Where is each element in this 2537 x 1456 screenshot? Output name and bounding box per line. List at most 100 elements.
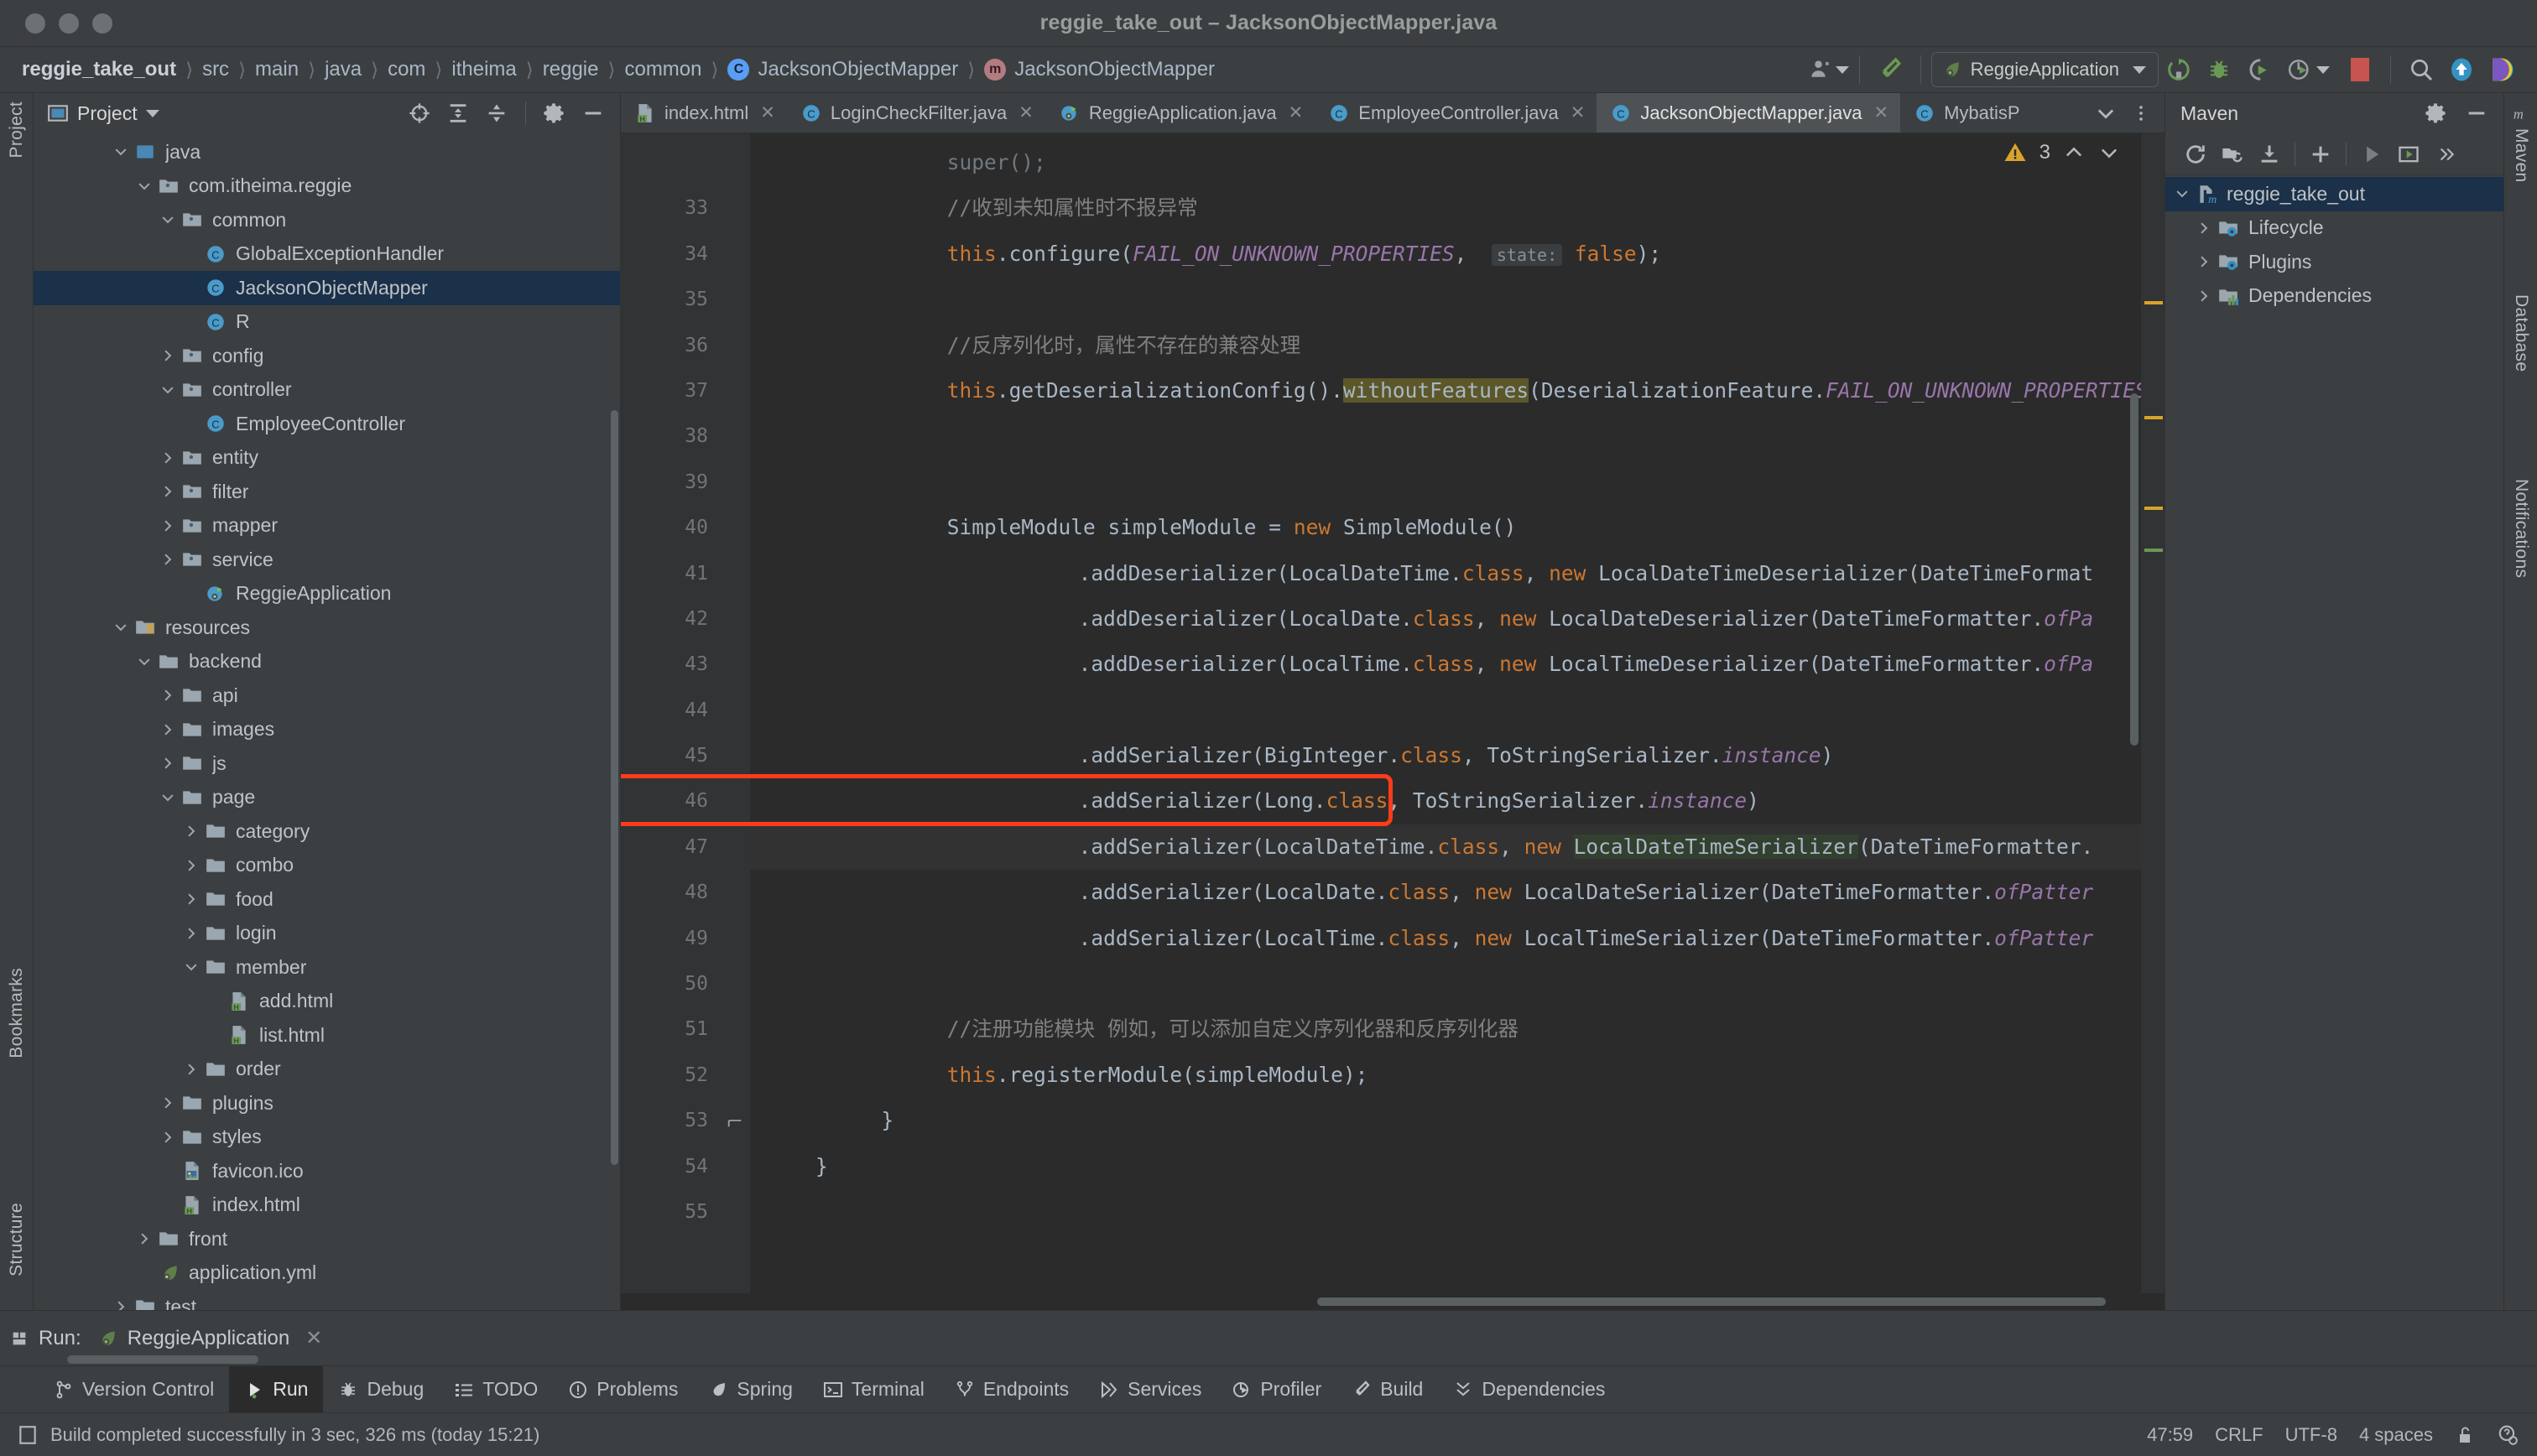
tool-window-terminal[interactable]: Terminal <box>808 1366 940 1412</box>
chevron-up-icon[interactable] <box>2062 141 2086 164</box>
caret-position[interactable]: 47:59 <box>2147 1424 2193 1446</box>
changed-lines-marker[interactable] <box>2144 549 2163 552</box>
chevron-down-icon[interactable] <box>2097 141 2121 164</box>
chevron-right-icon[interactable] <box>183 857 205 874</box>
breadcrumb-item-common[interactable]: common <box>624 58 701 81</box>
indent-setting[interactable]: 4 spaces <box>2359 1424 2433 1446</box>
line-number[interactable]: 39 <box>621 460 720 505</box>
chevron-right-icon[interactable] <box>183 925 205 942</box>
code-line[interactable]: SimpleModule simpleModule = new SimpleMo… <box>750 505 2165 550</box>
warning-marker[interactable] <box>2144 507 2163 510</box>
chevron-right-icon[interactable] <box>159 347 181 364</box>
line-number[interactable]: 55 <box>621 1189 720 1235</box>
tool-window-dependencies[interactable]: Dependencies <box>1438 1366 1620 1412</box>
tool-window-version-control[interactable]: Version Control <box>39 1366 229 1412</box>
code-line[interactable]: .addSerializer(BigInteger.class, ToStrin… <box>750 733 2165 778</box>
breadcrumb-item-itheima[interactable]: itheima <box>451 58 516 81</box>
tree-node-globalexceptionhandler[interactable]: CGlobalExceptionHandler <box>34 237 620 272</box>
close-icon[interactable]: ✕ <box>305 1326 322 1350</box>
editor-tab-employeecontroller-java[interactable]: CEmployeeController.java✕ <box>1315 93 1597 133</box>
line-number[interactable]: 51 <box>621 1006 720 1052</box>
tool-window-profiler[interactable]: Profiler <box>1216 1366 1336 1412</box>
chevron-right-icon[interactable] <box>159 551 181 568</box>
tree-node-entity[interactable]: entity <box>34 441 620 476</box>
chevron-down-icon[interactable] <box>183 959 205 975</box>
tree-node-api[interactable]: api <box>34 679 620 713</box>
tree-node-com-itheima-reggie[interactable]: com.itheima.reggie <box>34 169 620 204</box>
line-number[interactable]: 38 <box>621 413 720 459</box>
code-line[interactable]: } <box>750 1098 2165 1143</box>
fold-marker[interactable] <box>720 1111 750 1157</box>
search-icon[interactable] <box>2401 50 2441 89</box>
chevron-right-icon[interactable] <box>159 517 181 534</box>
chevron-right-icon[interactable] <box>183 1061 205 1078</box>
chevron-right-icon[interactable] <box>159 687 181 704</box>
execute-goal-icon[interactable] <box>2390 136 2427 173</box>
tool-window-debug[interactable]: Debug <box>323 1366 439 1412</box>
line-number[interactable] <box>621 140 720 185</box>
strip-item-notifications[interactable]: Notifications <box>2511 479 2531 578</box>
tree-node-backend[interactable]: backend <box>34 645 620 679</box>
breadcrumb-item-project[interactable]: reggie_take_out <box>22 58 176 81</box>
tree-node-member[interactable]: member <box>34 950 620 985</box>
more-vertical-icon[interactable] <box>2126 99 2156 127</box>
breadcrumb-item-method[interactable]: JacksonObjectMapper <box>1014 58 1215 81</box>
tree-node-r[interactable]: CR <box>34 305 620 340</box>
strip-item-project[interactable]: Project <box>7 101 27 158</box>
tool-window-endpoints[interactable]: Endpoints <box>940 1366 1084 1412</box>
chevron-right-icon[interactable] <box>2196 253 2217 270</box>
code-line[interactable]: .addDeserializer(LocalTime.class, new Lo… <box>750 642 2165 687</box>
line-number[interactable]: 40 <box>621 505 720 550</box>
warning-marker[interactable] <box>2144 416 2163 419</box>
run-configuration-selector[interactable]: ReggieApplication <box>1931 52 2159 87</box>
tree-node-service[interactable]: service <box>34 543 620 577</box>
warning-marker[interactable] <box>2144 301 2163 304</box>
gear-icon[interactable] <box>2421 99 2451 127</box>
tree-node-common[interactable]: common <box>34 203 620 237</box>
line-number[interactable]: 52 <box>621 1053 720 1098</box>
code-line[interactable] <box>750 688 2165 733</box>
editor-tab-logincheckfilter-java[interactable]: CLoginCheckFilter.java✕ <box>787 93 1045 133</box>
chevron-right-icon[interactable] <box>183 823 205 840</box>
breadcrumb-item-java[interactable]: java <box>325 58 362 81</box>
close-icon[interactable]: ✕ <box>1874 102 1889 123</box>
editor-marker-bar[interactable] <box>2141 133 2165 1310</box>
editor-tab-index-html[interactable]: Hindex.html✕ <box>621 93 787 133</box>
tree-node-mapper[interactable]: mapper <box>34 509 620 543</box>
project-tree[interactable]: javacom.itheima.reggiecommonCGlobalExcep… <box>34 133 620 1310</box>
code-line[interactable] <box>750 460 2165 505</box>
breadcrumb-item-src[interactable]: src <box>202 58 229 81</box>
unlock-icon[interactable] <box>2455 1424 2475 1446</box>
download-sources-icon[interactable] <box>2251 136 2288 173</box>
line-number[interactable]: 37 <box>621 368 720 413</box>
chevron-down-icon[interactable] <box>136 653 158 670</box>
strip-item-structure[interactable]: Structure <box>7 1203 27 1277</box>
tree-node-page[interactable]: page <box>34 781 620 815</box>
code-line[interactable]: .addSerializer(LocalDateTime.class, new … <box>750 824 2165 870</box>
chevron-right-icon[interactable] <box>112 1298 134 1310</box>
reload-icon[interactable] <box>2177 136 2214 173</box>
tool-window-run[interactable]: Run <box>229 1366 323 1412</box>
inspection-widget[interactable]: 3 <box>2003 140 2121 165</box>
close-icon[interactable]: ✕ <box>1571 102 1586 123</box>
hammer-build-icon[interactable] <box>1870 50 1910 89</box>
chevron-down-icon[interactable] <box>136 178 158 195</box>
tree-node-application-yml[interactable]: application.yml <box>34 1256 620 1291</box>
tool-window-spring[interactable]: Spring <box>693 1366 807 1412</box>
window-controls[interactable] <box>0 13 112 34</box>
maven-node-dependencies[interactable]: Dependencies <box>2165 279 2503 314</box>
tool-window-build[interactable]: Build <box>1336 1366 1438 1412</box>
editor-tab-jacksonobjectmapper-java[interactable]: CJacksonObjectMapper.java✕ <box>1597 93 1900 133</box>
tree-node-order[interactable]: order <box>34 1053 620 1087</box>
chevron-down-icon[interactable] <box>112 143 134 160</box>
add-managed-project-icon[interactable] <box>2214 136 2251 173</box>
line-separator[interactable]: CRLF <box>2215 1424 2263 1446</box>
breadcrumb-item-com[interactable]: com <box>388 58 425 81</box>
tree-node-resources[interactable]: resources <box>34 611 620 645</box>
minimize-button[interactable] <box>59 13 79 34</box>
editor-tab-mybatisp[interactable]: CMybatisP <box>1900 93 2031 133</box>
tree-node-favicon-ico[interactable]: favicon.ico <box>34 1154 620 1188</box>
chevron-right-icon[interactable] <box>2196 220 2217 237</box>
chevron-right-icon[interactable] <box>159 450 181 466</box>
chevron-down-icon[interactable] <box>159 789 181 806</box>
